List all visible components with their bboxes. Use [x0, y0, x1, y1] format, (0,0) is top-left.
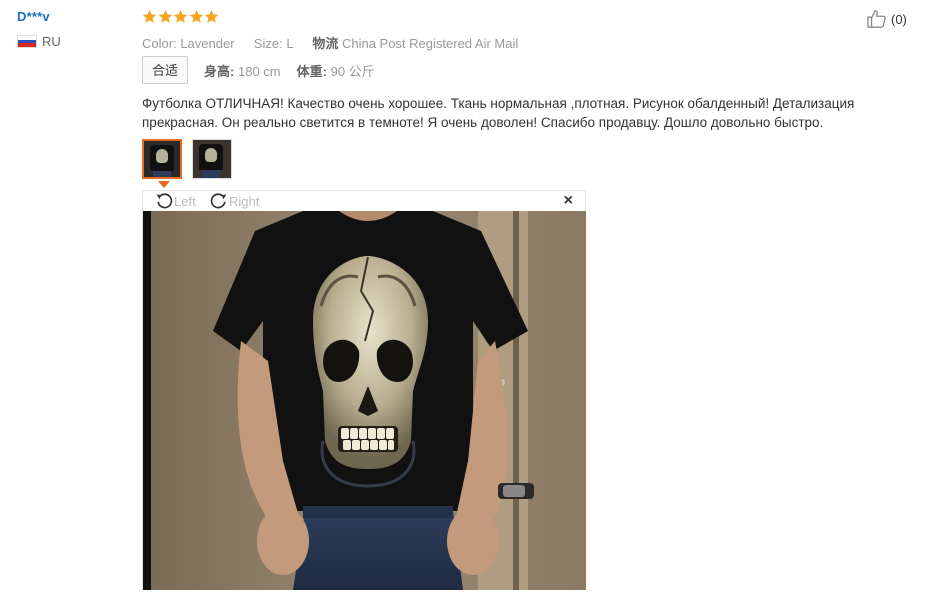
- country-code: RU: [42, 34, 61, 49]
- height-spec: 身高: 180 cm: [204, 61, 281, 80]
- weight-label: 体重:: [296, 63, 327, 79]
- helpful-count: (0): [891, 11, 907, 27]
- thumbnail-1[interactable]: [142, 139, 182, 179]
- rotate-left-icon: [156, 193, 173, 209]
- photo-viewer: Left Right ×: [142, 190, 586, 590]
- weight-value: 90 公斤: [330, 63, 375, 79]
- star-rating: [142, 9, 220, 24]
- star-icon: [142, 9, 157, 23]
- size-label: Size:: [253, 36, 283, 51]
- star-icon: [204, 9, 219, 23]
- weight-spec: 体重: 90 公斤: [297, 61, 375, 80]
- review-text: Футболка ОТЛИЧНАЯ! Качество очень хороше…: [142, 96, 855, 130]
- close-icon[interactable]: ×: [564, 192, 573, 210]
- fit-tag: 合适: [142, 56, 189, 84]
- shipping-value: China Post Registered Air Mail: [341, 36, 519, 51]
- star-icon: [173, 9, 188, 23]
- order-details: Color: Lavender Size: L 物流 China Post Re…: [142, 33, 518, 52]
- viewer-toolbar: Left Right ×: [143, 191, 585, 211]
- rotate-right-icon: [210, 193, 227, 209]
- photo-thumbnails: [142, 139, 242, 179]
- color-value: Lavender: [180, 36, 235, 51]
- thumbs-up-icon: [867, 10, 886, 28]
- review-photo-image: [143, 211, 586, 590]
- active-thumbnail-pointer: [158, 181, 170, 188]
- color-label: Color:: [142, 36, 177, 51]
- height-value: 180 cm: [237, 63, 281, 79]
- reviewer-country: RU: [17, 34, 61, 49]
- star-icon: [189, 9, 203, 23]
- rotate-right-button[interactable]: Right: [209, 191, 259, 211]
- fit-details: 合适 身高: 180 cm 体重: 90 公斤: [142, 56, 375, 84]
- reviewer-info: D***v RU: [17, 9, 61, 49]
- rotate-left-label: Left: [174, 193, 196, 209]
- shipping-label: 物流: [312, 36, 339, 51]
- height-label: 身高:: [204, 63, 235, 79]
- helpful-button[interactable]: (0): [866, 9, 907, 29]
- rotate-left-button[interactable]: Left: [154, 191, 196, 211]
- rotate-right-label: Right: [229, 193, 260, 209]
- review-photo[interactable]: [143, 211, 586, 590]
- size-value: L: [286, 36, 294, 51]
- russia-flag-icon: [17, 35, 37, 48]
- reviewer-name: D***v: [17, 9, 50, 24]
- star-icon: [158, 9, 172, 23]
- thumbnail-2[interactable]: [192, 139, 232, 179]
